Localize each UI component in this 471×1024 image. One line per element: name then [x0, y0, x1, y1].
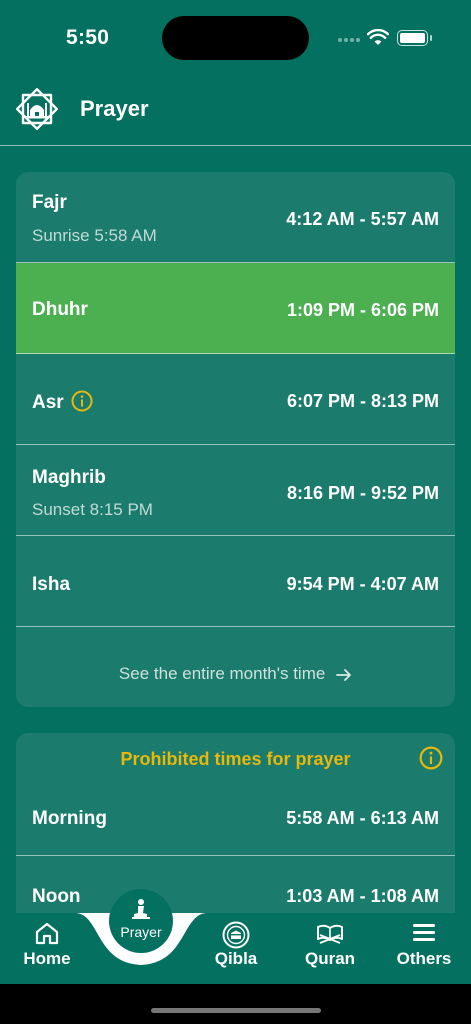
- prayer-row-dhuhr[interactable]: Dhuhr 1:09 PM - 6:06 PM: [16, 263, 455, 354]
- prayer-row-isha[interactable]: Isha 9:54 PM - 4:07 AM: [16, 536, 455, 627]
- prayer-row-maghrib[interactable]: Maghrib Sunset 8:15 PM 8:16 PM - 9:52 PM: [16, 445, 455, 536]
- prayer-row-fajr[interactable]: Fajr Sunrise 5:58 AM 4:12 AM - 5:57 AM: [16, 172, 455, 263]
- prohibited-time-range: 1:03 AM - 1:08 AM: [286, 886, 439, 906]
- prayer-name: Isha: [32, 574, 71, 595]
- prohibited-title: Prohibited times for prayer: [120, 749, 351, 769]
- home-indicator[interactable]: [151, 1008, 321, 1013]
- app-header: Prayer: [0, 80, 471, 146]
- nav-others-label: Others: [396, 949, 452, 968]
- see-month-label: See the entire month's time: [118, 664, 326, 683]
- sunset-time: Sunset 8:15 PM: [32, 500, 153, 519]
- home-icon: [35, 922, 59, 945]
- nav-quran-label: Quran: [304, 949, 356, 968]
- prayer-time-range: 4:12 AM - 5:57 AM: [286, 209, 439, 229]
- info-icon[interactable]: [419, 746, 443, 770]
- wifi-icon: [367, 29, 389, 45]
- prayer-row-asr[interactable]: Asr 6:07 PM - 8:13 PM: [16, 354, 455, 445]
- nav-qibla[interactable]: Qibla: [205, 913, 267, 984]
- sunrise-time: Sunrise 5:58 AM: [32, 226, 157, 245]
- prayer-times-card: Fajr Sunrise 5:58 AM 4:12 AM - 5:57 AM D…: [16, 172, 455, 707]
- prayer-name: Fajr: [32, 192, 67, 213]
- prayer-name: Dhuhr: [32, 299, 88, 320]
- nav-qibla-label: Qibla: [214, 949, 258, 968]
- nav-home-label: Home: [23, 949, 71, 968]
- quran-book-icon: [317, 924, 343, 944]
- cellular-signal-icon: [338, 38, 360, 42]
- nav-prayer[interactable]: Prayer: [109, 889, 173, 953]
- qibla-kaaba-icon: [222, 921, 250, 949]
- prayer-name: Asr: [32, 392, 64, 413]
- prohibited-row-morning: Morning 5:58 AM - 6:13 AM: [16, 778, 455, 856]
- mosque-icon: [16, 88, 58, 130]
- prohibited-name: Noon: [32, 886, 81, 907]
- praying-person-icon: [132, 899, 150, 919]
- prayer-time-range: 9:54 PM - 4:07 AM: [286, 574, 439, 594]
- prayer-time-range: 6:07 PM - 8:13 PM: [286, 391, 439, 411]
- nav-quran[interactable]: Quran: [296, 913, 364, 984]
- status-bar: 5:50: [0, 0, 471, 78]
- prayer-time-range: 1:09 PM - 6:06 PM: [286, 300, 439, 320]
- prayer-time-range: 8:16 PM - 9:52 PM: [286, 483, 439, 503]
- nav-others[interactable]: Others: [390, 913, 458, 984]
- arrow-right-icon: [336, 668, 351, 681]
- home-indicator-area: [0, 984, 471, 1024]
- menu-icon: [413, 924, 435, 941]
- battery-icon: [397, 30, 432, 46]
- nav-prayer-label: Prayer: [120, 924, 162, 940]
- prohibited-name: Morning: [32, 808, 107, 829]
- dynamic-island: [162, 16, 309, 60]
- status-time: 5:50: [66, 26, 110, 49]
- info-icon[interactable]: [71, 390, 93, 412]
- see-month-link[interactable]: See the entire month's time: [16, 664, 455, 684]
- page-title: Prayer: [80, 96, 149, 121]
- prayer-name: Maghrib: [32, 467, 106, 488]
- prohibited-time-range: 5:58 AM - 6:13 AM: [286, 808, 439, 828]
- nav-home[interactable]: Home: [15, 913, 79, 984]
